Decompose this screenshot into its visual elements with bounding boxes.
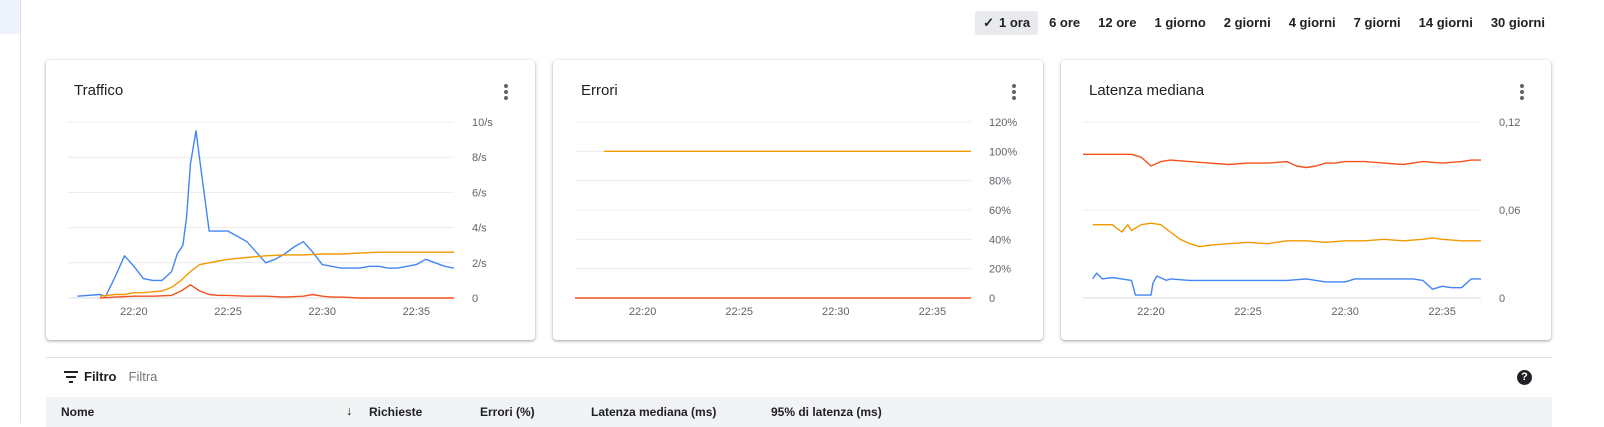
time-range-selector: ✓ 1 ora 6 ore 12 ore 1 giorno 2 giorni 4 …: [975, 11, 1552, 35]
column-header-median-latency[interactable]: Latenza mediana (ms): [591, 405, 716, 419]
time-range-option-1[interactable]: ✓ 1 ora: [975, 11, 1039, 35]
series-line: [77, 130, 455, 297]
x-tick-label: 22:25: [725, 306, 753, 318]
errors-chart: 0 20% 40% 60% 80% 100% 120% 22:20 22:25 22:30 22:3…: [575, 117, 1017, 318]
x-tick-label: 22:30: [822, 306, 850, 318]
y-tick-label: 0: [989, 293, 995, 305]
x-tick-label: 22:20: [629, 306, 657, 318]
y-tick-label: 6/s: [472, 187, 487, 199]
x-tick-label: 22:25: [214, 306, 242, 318]
column-header-errors[interactable]: Errori (%): [480, 405, 535, 419]
y-tick-label: 10/s: [472, 117, 493, 129]
errors-chart-card: Errori 0 20% 40% 60% 80% 100% 120% 22:20 22:25 22…: [553, 60, 1043, 340]
y-tick-label: 120%: [989, 117, 1017, 129]
filter-list-icon[interactable]: [64, 370, 78, 383]
left-nav-rail: [0, 0, 21, 423]
arrow-downward-icon[interactable]: ↓: [346, 403, 353, 418]
series-line: [1092, 272, 1481, 296]
left-nav-selected-item[interactable]: [0, 0, 20, 34]
time-range-option-1d[interactable]: 1 giorno: [1147, 11, 1212, 35]
divider: [46, 357, 1552, 358]
x-tick-label: 22:35: [919, 306, 947, 318]
y-tick-label: 80%: [989, 176, 1011, 188]
y-tick-label: 4/s: [472, 223, 487, 235]
time-range-option-4d[interactable]: 4 giorni: [1282, 11, 1343, 35]
y-tick-label: 8/s: [472, 152, 487, 164]
time-range-option-6[interactable]: 6 ore: [1042, 11, 1087, 35]
x-tick-label: 22:35: [1428, 306, 1456, 318]
y-tick-label: 0: [472, 293, 478, 305]
x-tick-label: 22:30: [1331, 306, 1359, 318]
x-tick-label: 22:20: [1137, 306, 1165, 318]
filter-bar: Filtro: [64, 369, 329, 384]
x-tick-label: 22:20: [120, 306, 148, 318]
y-tick-label: 0: [1499, 293, 1505, 305]
check-icon: ✓: [983, 15, 995, 30]
y-tick-label: 60%: [989, 205, 1011, 217]
column-header-name[interactable]: Nome: [61, 405, 94, 419]
x-tick-label: 22:30: [308, 306, 336, 318]
time-range-option-30d[interactable]: 30 giorni: [1484, 11, 1552, 35]
traffic-chart: 0 2/s 4/s 6/s 8/s 10/s 22:20 22:25 22:30 22:35: [68, 117, 493, 318]
time-range-option-12[interactable]: 12 ore: [1091, 11, 1143, 35]
series-line: [1083, 153, 1481, 169]
y-tick-label: 2/s: [472, 258, 487, 270]
time-range-option-14d[interactable]: 14 giorni: [1412, 11, 1480, 35]
column-header-p95-latency[interactable]: 95% di latenza (ms): [771, 405, 882, 419]
filter-label: Filtro: [84, 369, 117, 384]
help-icon[interactable]: ?: [1517, 370, 1532, 385]
y-tick-label: 20%: [989, 264, 1011, 276]
series-line: [1092, 222, 1481, 248]
filter-input[interactable]: [128, 369, 329, 384]
time-range-label: 1 ora: [999, 15, 1031, 30]
traffic-chart-card: Traffico 0 2/s 4/s 6/s 8/s 10/s 22:20 22:25 22:3…: [46, 60, 535, 340]
y-tick-label: 40%: [989, 234, 1011, 246]
time-range-option-7d[interactable]: 7 giorni: [1347, 11, 1408, 35]
y-tick-label: 0,06: [1499, 205, 1520, 217]
y-tick-label: 0,12: [1499, 117, 1520, 129]
x-tick-label: 22:25: [1234, 306, 1262, 318]
latency-chart-card: Latenza mediana 0 0,06 0,12 22:20 22:25 22:30…: [1061, 60, 1551, 340]
y-tick-label: 100%: [989, 146, 1017, 158]
column-header-requests[interactable]: Richieste: [369, 405, 422, 419]
latency-chart: 0 0,06 0,12 22:20 22:25 22:30 22:35: [1083, 117, 1520, 318]
x-tick-label: 22:35: [403, 306, 431, 318]
time-range-option-2d[interactable]: 2 giorni: [1217, 11, 1278, 35]
